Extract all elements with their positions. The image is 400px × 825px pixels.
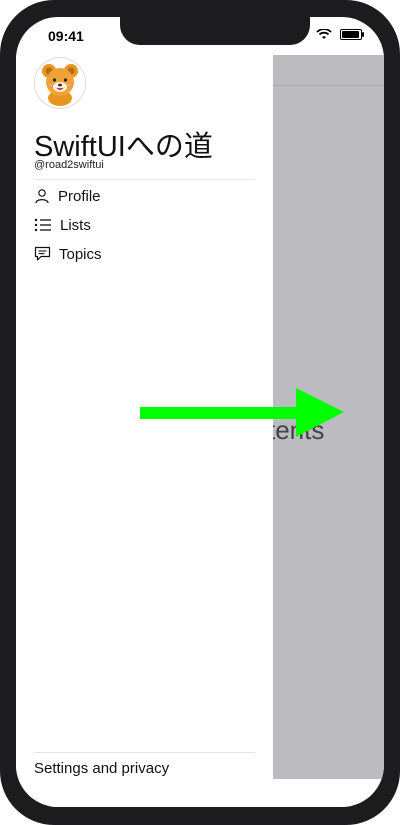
bear-avatar-icon xyxy=(42,64,78,106)
person-icon xyxy=(35,189,49,204)
drawer-handle: @road2swiftui xyxy=(34,159,104,171)
menu-item-lists[interactable]: Lists xyxy=(34,213,91,237)
menu-item-label: Profile xyxy=(58,187,101,205)
menu-item-label: Topics xyxy=(59,245,102,263)
list-icon xyxy=(34,218,51,232)
status-icons xyxy=(316,29,364,40)
menu-item-profile[interactable]: Profile xyxy=(34,184,101,208)
status-time: 09:41 xyxy=(48,28,84,44)
notch xyxy=(120,17,310,45)
chat-bubble-icon xyxy=(34,246,51,261)
swipe-arrow-icon xyxy=(140,388,344,437)
battery-icon xyxy=(340,29,364,40)
main-nav-bar xyxy=(273,55,384,86)
avatar[interactable] xyxy=(34,57,86,109)
menu-item-label: Lists xyxy=(60,216,91,234)
header-divider xyxy=(34,179,255,180)
footer-divider xyxy=(34,752,255,753)
menu-item-topics[interactable]: Topics xyxy=(34,242,102,266)
settings-and-privacy-link[interactable]: Settings and privacy xyxy=(34,760,169,777)
wifi-icon xyxy=(316,29,332,39)
